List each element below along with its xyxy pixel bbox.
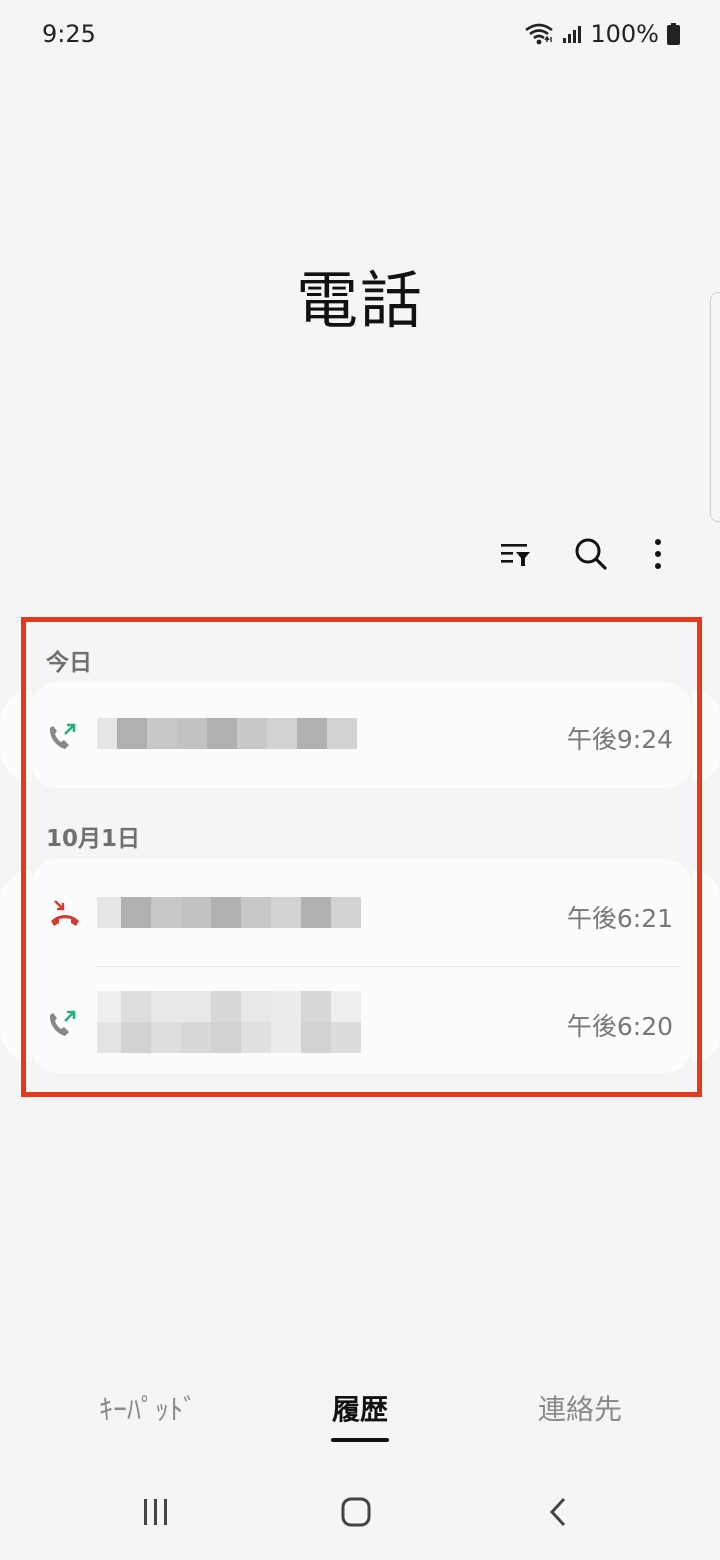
battery-percent: 100% bbox=[590, 20, 659, 48]
wifi-icon bbox=[524, 22, 554, 46]
tab-keypad[interactable]: ｷｰﾊﾟｯﾄﾞ bbox=[78, 1388, 218, 1428]
recent-apps-icon[interactable] bbox=[126, 1488, 186, 1536]
toolbar bbox=[0, 532, 720, 576]
more-vert-icon[interactable] bbox=[636, 532, 680, 576]
tab-recents[interactable]: 履歴 bbox=[300, 1388, 420, 1428]
back-icon[interactable] bbox=[528, 1488, 588, 1536]
tab-contacts[interactable]: 連絡先 bbox=[520, 1388, 640, 1428]
highlight-box bbox=[21, 617, 702, 1097]
status-bar: 9:25 100% bbox=[0, 0, 720, 72]
battery-icon bbox=[667, 23, 680, 45]
home-icon[interactable] bbox=[326, 1488, 386, 1536]
bottom-tabs: ｷｰﾊﾟｯﾄﾞ 履歴 連絡先 bbox=[0, 1388, 720, 1448]
active-tab-indicator bbox=[331, 1438, 389, 1442]
filter-icon[interactable] bbox=[494, 532, 538, 576]
search-icon[interactable] bbox=[569, 532, 613, 576]
page-title: 電話 bbox=[295, 264, 424, 337]
signal-icon bbox=[562, 24, 582, 44]
system-nav-bar bbox=[0, 1470, 720, 1560]
status-time: 9:25 bbox=[42, 20, 96, 48]
status-indicators: 100% bbox=[524, 20, 680, 48]
